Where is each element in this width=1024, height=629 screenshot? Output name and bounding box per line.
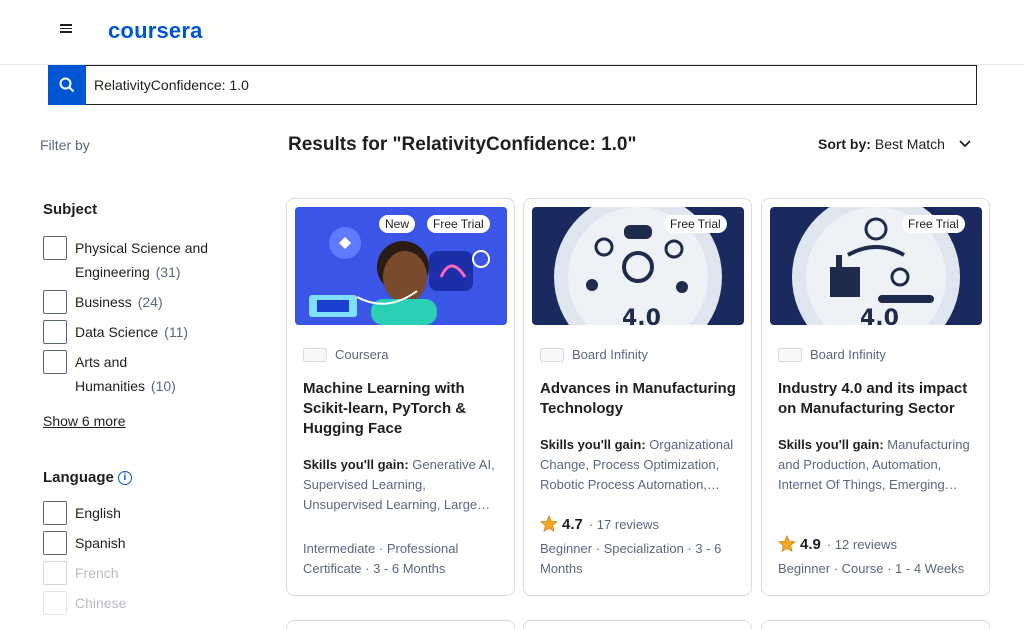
language-facet-title: Language i [43, 469, 132, 486]
course-card[interactable] [761, 620, 990, 629]
free-trial-badge: Free Trial [664, 215, 727, 233]
course-card[interactable]: New Free Trial Coursera Machine Learning… [286, 198, 515, 596]
course-title[interactable]: Advances in Manufacturing Technology [540, 379, 736, 419]
coursera-logo[interactable]: coursera [108, 18, 203, 44]
subject-option-arts-humanities[interactable]: Arts and Humanities (10) [43, 350, 176, 398]
course-title[interactable]: Machine Learning with Scikit-learn, PyTo… [303, 379, 466, 439]
sort-value: Best Match [874, 136, 945, 152]
hamburger-menu-button[interactable] [56, 22, 76, 42]
partner-name: Board Infinity [540, 347, 648, 362]
star-icon [540, 515, 558, 532]
partner-name: Board Infinity [778, 347, 886, 362]
option-count: (24) [137, 294, 163, 310]
info-icon[interactable]: i [117, 470, 132, 485]
svg-text:4.0: 4.0 [622, 306, 661, 325]
course-card[interactable]: 4.0 Free Trial Board Infinity Advances i… [523, 198, 752, 596]
checkbox[interactable] [43, 561, 67, 585]
subject-option-physical-science[interactable]: Physical Science and Engineering (31) [43, 236, 208, 284]
chevron-down-icon [959, 140, 971, 148]
sort-label: Sort by: [818, 136, 871, 152]
skills-text: Skills you'll gain: Generative AI, Super… [303, 457, 495, 512]
partner-name: Coursera [303, 347, 388, 362]
language-option-spanish[interactable]: Spanish [43, 531, 126, 555]
new-badge: New [379, 215, 416, 233]
review-count: · 17 reviews [588, 516, 659, 532]
rating: 4.7 · 17 reviews [540, 515, 659, 533]
skills-text: Skills you'll gain: Manufacturing and Pr… [778, 437, 970, 492]
course-title[interactable]: Industry 4.0 and its impact on Manufactu… [778, 379, 967, 419]
option-label: English [75, 505, 121, 521]
option-count: (10) [150, 378, 176, 394]
filter-by-label: Filter by [40, 137, 90, 153]
option-label: Physical Science and [75, 240, 209, 256]
course-meta: Beginner · Specialization · 3 - 6 Months [540, 541, 722, 576]
language-option-english[interactable]: English [43, 501, 121, 525]
rating: 4.9 · 12 reviews [778, 535, 897, 553]
language-option-chinese[interactable]: Chinese [43, 591, 126, 615]
skills-text: Skills you'll gain: Organizational Chang… [540, 437, 734, 492]
subject-option-data-science[interactable]: Data Science (11) [43, 320, 188, 344]
checkbox[interactable] [43, 350, 67, 374]
checkbox[interactable] [43, 531, 67, 555]
search-button[interactable] [48, 64, 86, 105]
free-trial-badge: Free Trial [902, 215, 965, 233]
course-card[interactable]: 4.0 Free Trial Board Infinity Industry 4… [761, 198, 990, 596]
checkbox[interactable] [43, 501, 67, 525]
free-trial-badge: Free Trial [427, 215, 490, 233]
checkbox[interactable] [43, 236, 67, 260]
results-title: Results for "RelativityConfidence: 1.0" [288, 134, 637, 155]
hamburger-icon [60, 24, 72, 26]
show-more-subjects-link[interactable]: Show 6 more [43, 413, 125, 429]
search-bar [48, 64, 977, 105]
star-icon [778, 535, 796, 552]
search-input[interactable] [94, 77, 954, 93]
rating-score: 4.7 [562, 515, 583, 533]
option-label: Arts and [75, 354, 128, 370]
course-card[interactable] [523, 620, 752, 629]
subject-option-business[interactable]: Business (24) [43, 290, 163, 314]
review-count: · 12 reviews [826, 536, 897, 552]
option-label: Spanish [75, 535, 126, 551]
checkbox[interactable] [43, 290, 67, 314]
partner-logo [540, 347, 564, 362]
checkbox[interactable] [43, 591, 67, 615]
course-meta: Beginner · Course · 1 - 4 Weeks [778, 561, 965, 576]
checkbox[interactable] [43, 320, 67, 344]
partner-logo [778, 347, 802, 362]
search-icon [59, 77, 75, 92]
subject-facet-title: Subject [43, 201, 98, 218]
course-card[interactable] [286, 620, 515, 629]
option-label: Chinese [75, 595, 127, 611]
option-count: (31) [155, 264, 181, 280]
course-meta: Intermediate · Professional Certificate … [303, 541, 459, 576]
option-label: Business [75, 294, 132, 310]
option-count: (11) [164, 324, 189, 340]
rating-score: 4.9 [800, 535, 821, 553]
partner-logo [303, 347, 327, 362]
option-label: Engineering [75, 264, 150, 280]
option-label: Data Science [75, 324, 159, 340]
svg-text:4.0: 4.0 [860, 306, 899, 325]
language-option-french[interactable]: French [43, 561, 119, 585]
option-label: Humanities [75, 378, 146, 394]
option-label: French [75, 565, 119, 581]
sort-dropdown[interactable]: Sort by: Best Match [818, 136, 971, 152]
top-header: coursera [0, 0, 1024, 65]
